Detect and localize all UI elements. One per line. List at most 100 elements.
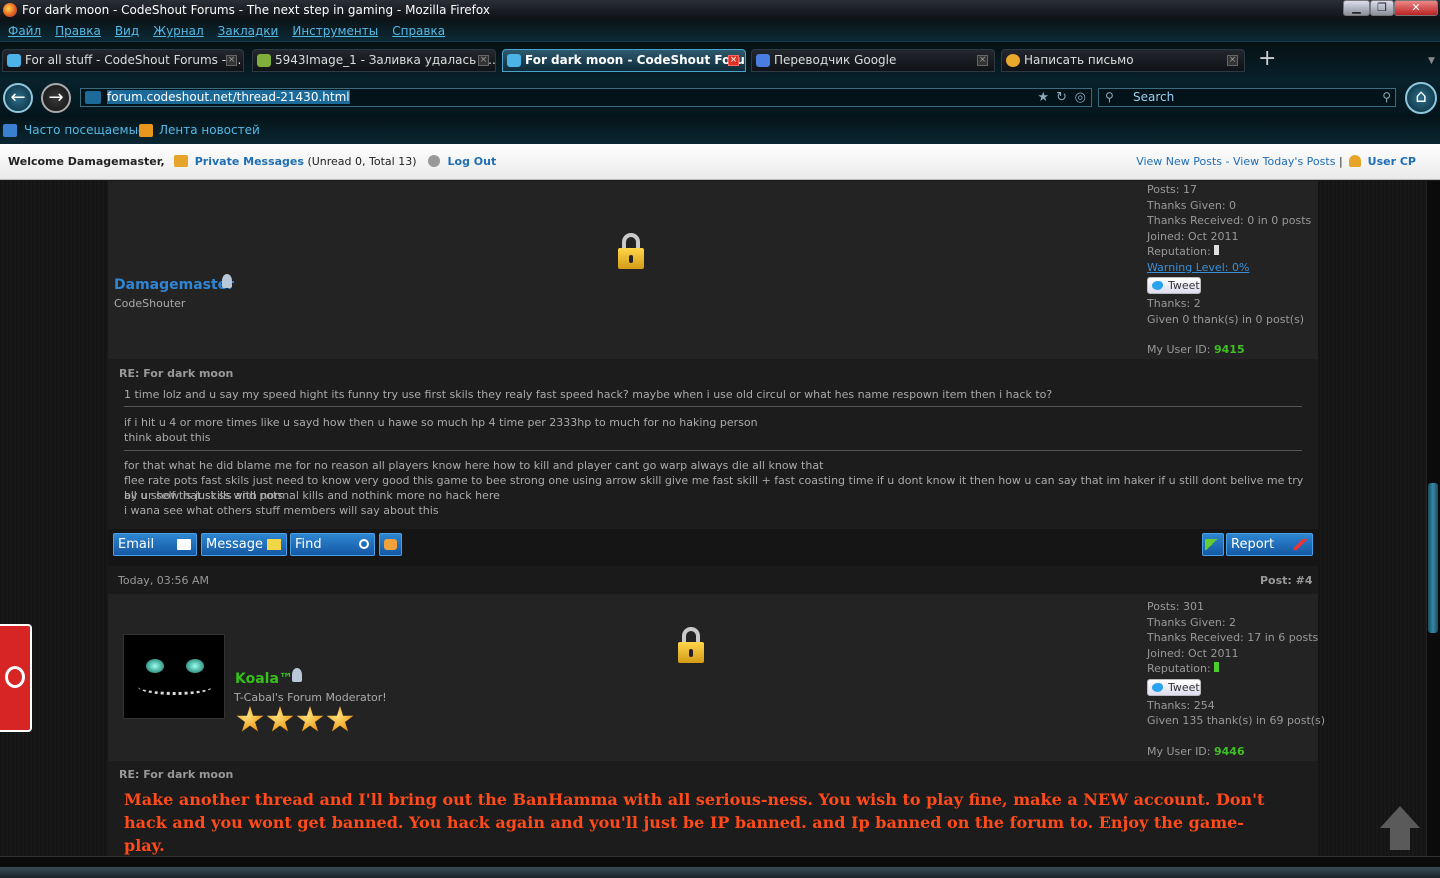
close-tab-icon[interactable]: × bbox=[977, 55, 988, 66]
minimize-button[interactable]: ▁ bbox=[1343, 0, 1370, 16]
right-margin bbox=[1318, 181, 1426, 856]
message-label: Message bbox=[206, 537, 263, 552]
post-4-message: Make another thread and I'll bring out t… bbox=[124, 790, 1265, 855]
scrollbar-thumb[interactable] bbox=[1428, 483, 1438, 633]
post-3-author[interactable]: Damagemaster bbox=[114, 277, 234, 293]
close-tab-icon[interactable]: × bbox=[226, 55, 237, 66]
post-3-stats: Posts: 17 Thanks Given: 0 Thanks Receive… bbox=[1147, 182, 1311, 358]
forward-button[interactable]: → bbox=[41, 83, 71, 113]
bookmark-news-feed[interactable]: Лента новостей bbox=[159, 123, 260, 137]
quote-separator bbox=[124, 406, 1302, 407]
new-tab-button[interactable]: + bbox=[1258, 48, 1276, 70]
find-label: Find bbox=[295, 537, 322, 552]
menu-tools[interactable]: Инструменты bbox=[292, 20, 378, 42]
user-id-value: 9415 bbox=[1214, 343, 1245, 356]
stat-given: Given 0 thank(s) in 0 post(s) bbox=[1147, 312, 1305, 326]
stat-thanks: Thanks: 254 bbox=[1147, 698, 1215, 712]
magnifier-icon bbox=[359, 539, 369, 549]
post-3-line: 1 time lolz and u say my speed hight its… bbox=[124, 388, 1053, 401]
tab-image[interactable]: 5943Image_1 - Заливка удалась -... × bbox=[252, 49, 496, 72]
stop-icon[interactable]: ◎ bbox=[1075, 89, 1086, 106]
search-engine-icon[interactable]: ⚲ bbox=[1105, 89, 1114, 106]
post-4-subject: RE: For dark moon bbox=[119, 768, 234, 781]
search-box[interactable]: ⚲ Search ⚲ bbox=[1098, 88, 1396, 107]
tab-all-stuff[interactable]: For all stuff - CodeShout Forums - ... × bbox=[2, 49, 244, 72]
tab-label: For all stuff - CodeShout Forums - ... bbox=[25, 53, 242, 67]
tab-label: For dark moon - CodeShout Foru... bbox=[525, 53, 746, 67]
pm-icon bbox=[174, 155, 189, 167]
post-4-author-title: T-Cabal's Forum Moderator! bbox=[234, 691, 387, 704]
stat-thanks-received: Thanks Received: 0 in 0 posts bbox=[1147, 214, 1312, 227]
welcome-text: Welcome Damagemaster, bbox=[8, 155, 165, 168]
tab-write-email[interactable]: Написать письмо × bbox=[1001, 49, 1245, 72]
email-button[interactable]: Email bbox=[113, 533, 197, 556]
logout-link[interactable]: Log Out bbox=[448, 155, 497, 168]
find-button[interactable]: Find bbox=[290, 533, 375, 556]
menu-view[interactable]: Вид bbox=[115, 20, 139, 42]
user-id-value: 9446 bbox=[1214, 744, 1245, 758]
report-label: Report bbox=[1231, 537, 1275, 552]
horizontal-scrollbar[interactable] bbox=[0, 856, 1440, 867]
thumbs-up-icon bbox=[384, 539, 397, 550]
bookmark-folder-icon bbox=[3, 124, 17, 137]
translate-icon bbox=[756, 54, 770, 67]
tab-google-translate[interactable]: Переводчик Google × bbox=[751, 49, 995, 72]
search-icon[interactable]: ⚲ bbox=[1382, 89, 1391, 106]
tab-dark-moon[interactable]: For dark moon - CodeShout Foru... × bbox=[502, 49, 746, 72]
post-4-number[interactable]: Post: #4 bbox=[1260, 574, 1313, 587]
post-4-author[interactable]: Koala™ bbox=[235, 671, 293, 687]
post-4-stats: Posts: 301 Thanks Given: 2 Thanks Receiv… bbox=[1147, 599, 1325, 759]
stat-thanks-received: Thanks Received: 17 in 6 posts bbox=[1147, 631, 1319, 644]
pm-count: (Unread 0, Total 13) bbox=[307, 155, 417, 168]
edit-button[interactable] bbox=[1202, 533, 1224, 556]
report-button[interactable]: Report bbox=[1226, 533, 1313, 556]
tab-label: 5943Image_1 - Заливка удалась -... bbox=[275, 53, 496, 67]
reload-icon[interactable]: ↻ bbox=[1056, 89, 1067, 106]
maximize-button[interactable]: ❐ bbox=[1370, 0, 1394, 16]
bookmark-star-icon[interactable]: ★ bbox=[1037, 89, 1049, 106]
private-messages-link[interactable]: Private Messages bbox=[195, 155, 304, 168]
side-share-widget[interactable] bbox=[0, 624, 32, 732]
post-3-profile bbox=[108, 181, 1318, 359]
stat-posts: Posts: 17 bbox=[1147, 183, 1197, 196]
menu-file[interactable]: Файл bbox=[8, 20, 41, 42]
warning-level-link[interactable]: Warning Level: 0% bbox=[1147, 260, 1311, 276]
home-button[interactable]: ⌂ bbox=[1405, 82, 1437, 114]
view-new-posts-link[interactable]: View New Posts bbox=[1136, 155, 1222, 168]
back-button[interactable]: ← bbox=[3, 83, 33, 113]
tweet-button[interactable]: Tweet bbox=[1147, 277, 1201, 294]
tab-list-icon[interactable]: ▼ bbox=[1428, 56, 1435, 66]
email-label: Email bbox=[118, 537, 155, 552]
tweet-button[interactable]: Tweet bbox=[1147, 678, 1201, 696]
thanks-button[interactable] bbox=[379, 533, 402, 556]
user-id-label: My User ID: bbox=[1147, 343, 1211, 356]
lock-icon bbox=[618, 233, 644, 271]
rss-icon bbox=[139, 124, 153, 137]
note-icon bbox=[267, 539, 281, 550]
url-bar[interactable]: forum.codeshout.net/thread-21430.html ★ … bbox=[80, 88, 1092, 107]
site-identity-icon[interactable] bbox=[85, 91, 101, 104]
forum-welcome-bar: Welcome Damagemaster, Private Messages (… bbox=[0, 144, 1440, 180]
mail-icon bbox=[1006, 54, 1020, 67]
user-cp-link[interactable]: User CP bbox=[1368, 155, 1416, 168]
menu-history[interactable]: Журнал bbox=[153, 20, 204, 42]
post-3-line: if i hit u 4 or more times like u sayd h… bbox=[124, 416, 758, 429]
stat-thanks-given: Thanks Given: 2 bbox=[1147, 615, 1237, 629]
close-tab-icon[interactable]: × bbox=[1227, 55, 1238, 66]
search-placeholder: Search bbox=[1133, 90, 1175, 104]
url-text[interactable]: forum.codeshout.net/thread-21430.html bbox=[107, 90, 350, 104]
close-tab-icon[interactable]: × bbox=[728, 55, 739, 66]
close-window-button[interactable]: ✕ bbox=[1394, 0, 1438, 16]
koala-avatar[interactable] bbox=[123, 634, 225, 719]
bookmark-most-visited[interactable]: Часто посещаемые bbox=[24, 123, 145, 137]
view-todays-posts-link[interactable]: View Today's Posts bbox=[1233, 155, 1335, 168]
post-3-author-title: CodeShouter bbox=[114, 297, 186, 310]
separator-pipe: | bbox=[1338, 155, 1343, 168]
menu-edit[interactable]: Правка bbox=[55, 20, 101, 42]
menu-bookmarks[interactable]: Закладки bbox=[218, 20, 279, 42]
menu-help[interactable]: Справка bbox=[392, 20, 445, 42]
message-button[interactable]: Message bbox=[201, 533, 287, 556]
close-tab-icon[interactable]: × bbox=[478, 55, 489, 66]
forum-icon bbox=[507, 54, 521, 67]
image-icon bbox=[257, 54, 271, 67]
